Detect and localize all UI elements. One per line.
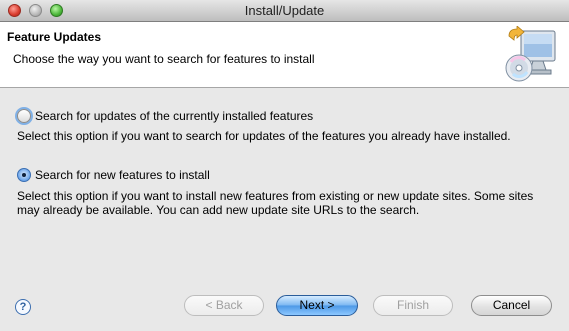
finish-button[interactable]: Finish [373, 295, 453, 316]
back-button[interactable]: < Back [184, 295, 264, 316]
window-title: Install/Update [244, 3, 325, 18]
help-icon[interactable]: ? [15, 299, 31, 315]
banner-description: Choose the way you want to search for fe… [13, 52, 315, 66]
install-wizard-icon [505, 26, 556, 82]
banner-title: Feature Updates [7, 30, 102, 44]
radio-search-new-features[interactable] [17, 168, 31, 182]
cancel-button[interactable]: Cancel [471, 295, 552, 316]
option-search-new-features-description: Select this option if you want to instal… [17, 189, 534, 217]
wizard-banner: Feature Updates Choose the way you want … [0, 22, 569, 88]
title-bar: Install/Update [0, 0, 569, 22]
next-button[interactable]: Next > [276, 295, 358, 316]
option-search-updates-label[interactable]: Search for updates of the currently inst… [35, 109, 313, 123]
radio-search-updates[interactable] [17, 109, 31, 123]
option-search-updates-description: Select this option if you want to search… [17, 129, 511, 143]
option-search-new-features-label[interactable]: Search for new features to install [35, 168, 210, 182]
install-update-window: Install/Update Feature Updates Choose th… [0, 0, 569, 331]
